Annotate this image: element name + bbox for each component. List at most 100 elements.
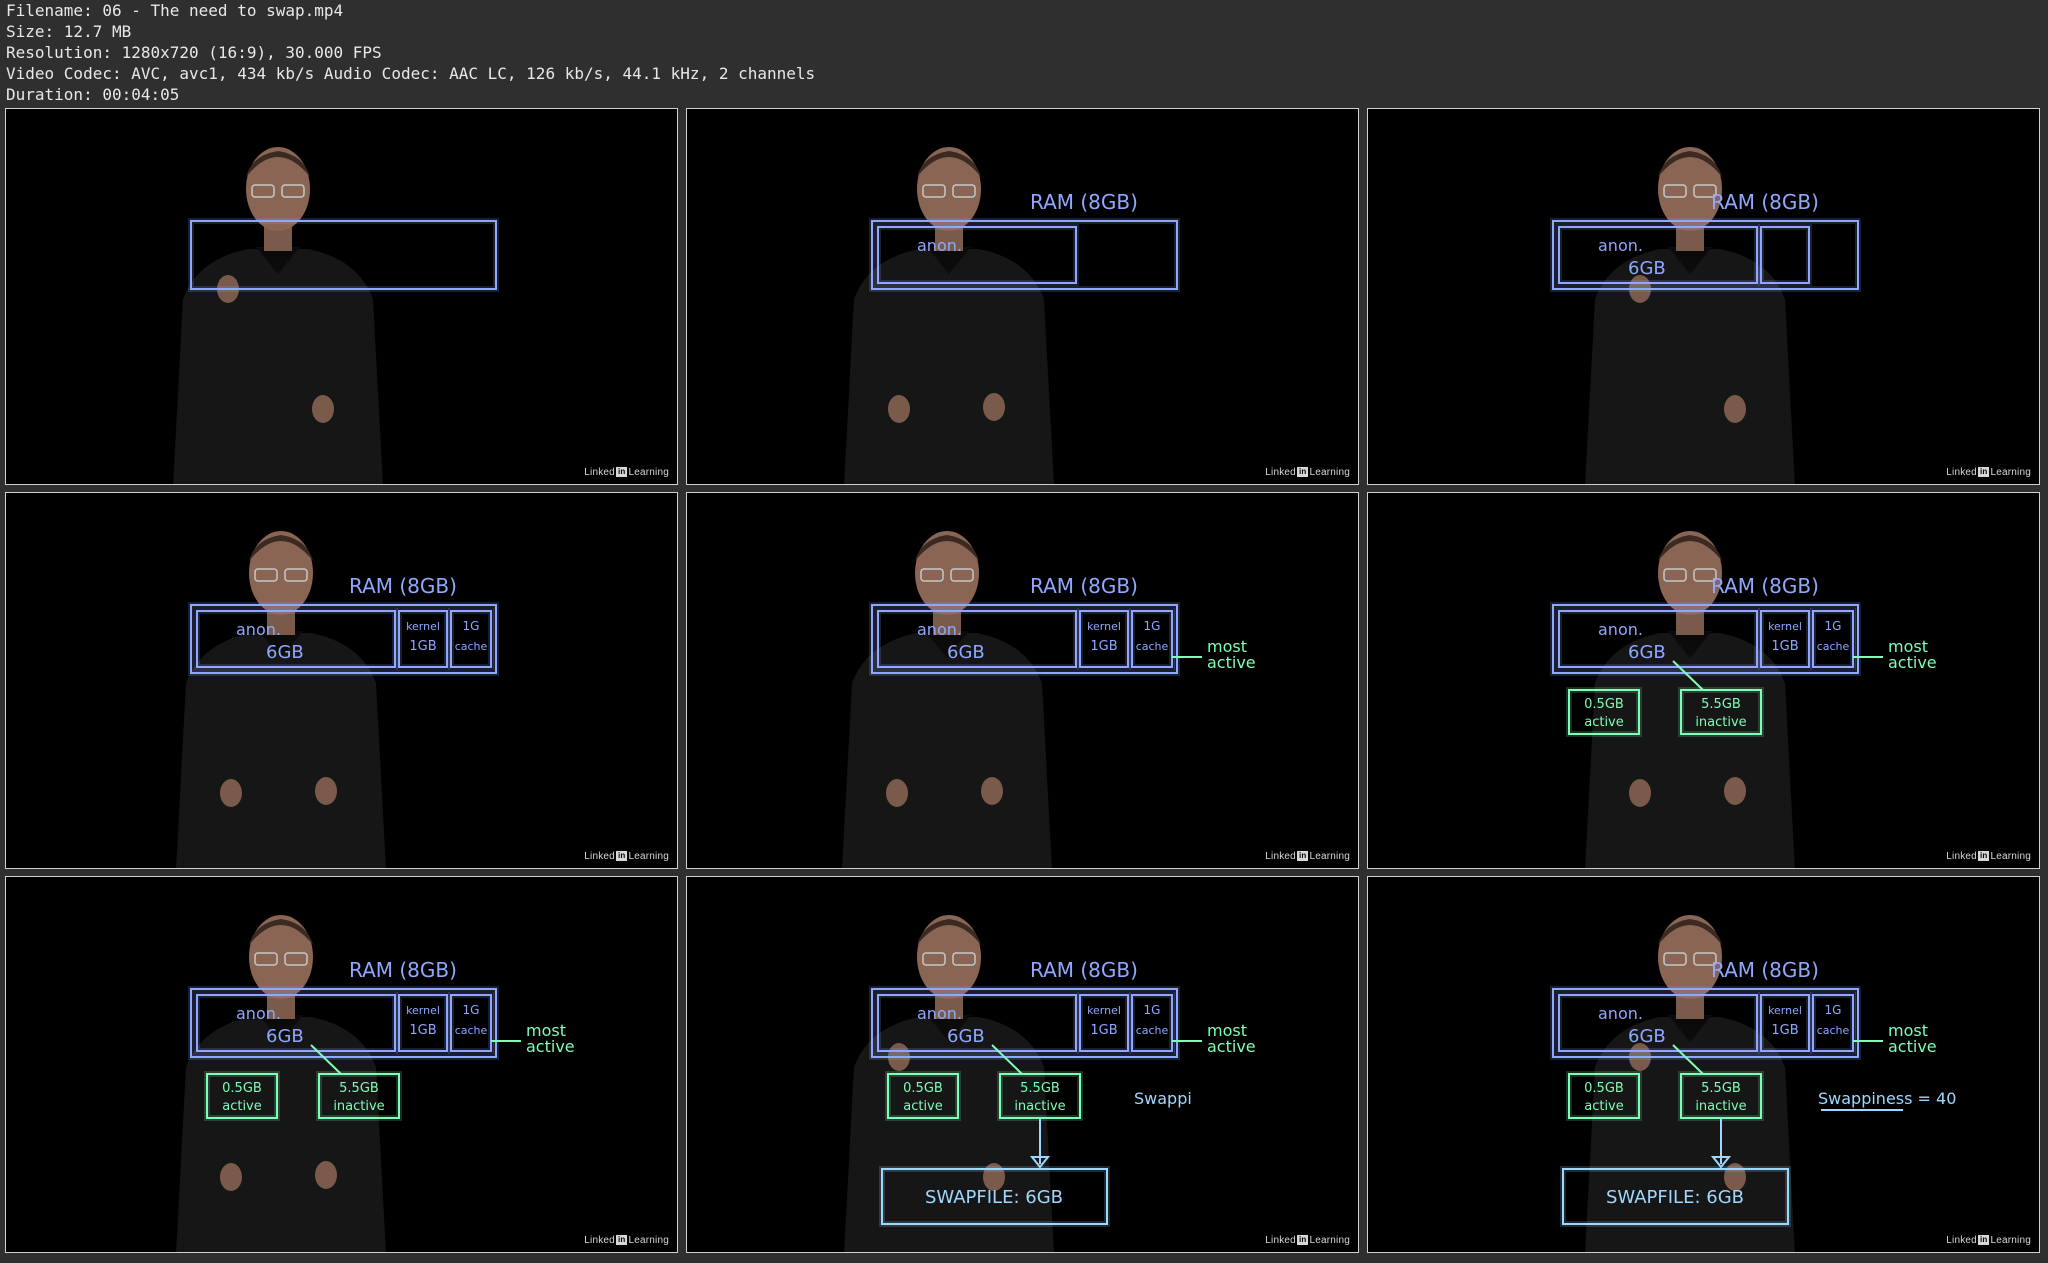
presenter-hand-right bbox=[312, 395, 334, 423]
linkedin-logo-icon: in bbox=[1296, 1235, 1309, 1245]
ram-label: RAM (8GB) bbox=[1711, 574, 1819, 598]
swapfile-label: SWAPFILE: 6GB bbox=[925, 1187, 1063, 1208]
thumbnail-frame-art: RAM (8GB) anon. 6GB kernel 1GB 1G cache bbox=[176, 531, 499, 868]
kernel-size: 1GB bbox=[1771, 639, 1798, 654]
linkedin-logo-icon: in bbox=[615, 851, 628, 861]
presenter-hand-right bbox=[983, 393, 1005, 421]
cache-label: cache bbox=[1817, 640, 1850, 653]
linkedin-learning-watermark: Linked in Learning bbox=[1946, 1235, 2031, 1246]
filename-line: Filename: 06 - The need to swap.mp4 bbox=[6, 1, 344, 20]
presenter-hand-left bbox=[220, 1163, 242, 1191]
ram-label: RAM (8GB) bbox=[1030, 958, 1138, 982]
watermark-suffix: Learning bbox=[1309, 851, 1350, 862]
anon-label: anon. bbox=[917, 236, 962, 255]
video-thumbnail-4[interactable]: RAM (8GB) anon. 6GB kernel 1GB 1G cache Linked i… bbox=[5, 492, 678, 869]
thumbnail-frame-art: RAM (8GB)anon.6GBkernel1GB1Gcache mostact… bbox=[176, 915, 575, 1252]
presenter-hand-left bbox=[886, 779, 908, 807]
ram-label: RAM (8GB) bbox=[1711, 190, 1819, 214]
linkedin-learning-watermark: Linked in Learning bbox=[584, 1235, 669, 1246]
kernel-size: 1GB bbox=[1090, 639, 1117, 654]
active-label: active bbox=[1207, 1037, 1256, 1056]
linkedin-learning-watermark: Linked in Learning bbox=[584, 467, 669, 478]
watermark-prefix: Linked bbox=[1265, 851, 1296, 862]
ram-label: RAM (8GB) bbox=[1030, 190, 1138, 214]
cache-label: cache bbox=[1817, 1024, 1850, 1037]
kernel-label: kernel bbox=[406, 1004, 440, 1017]
video-thumbnail-3[interactable]: RAM (8GB) anon. 6GB Linked in Learning bbox=[1367, 108, 2040, 485]
linkedin-learning-watermark: Linked in Learning bbox=[1265, 467, 1350, 478]
inactive-size: 5.5GB bbox=[1701, 1081, 1741, 1096]
active-box-label: active bbox=[1584, 1099, 1624, 1114]
video-thumbnail-7[interactable]: RAM (8GB) anon. 6GB kernel 1GB 1G cache most act… bbox=[5, 876, 678, 1253]
presenter-hand-right bbox=[981, 777, 1003, 805]
active-size: 0.5GB bbox=[1584, 697, 1624, 712]
cache-size: 1G bbox=[1825, 1003, 1842, 1017]
linkedin-learning-watermark: Linked in Learning bbox=[584, 851, 669, 862]
presenter-hand-right bbox=[1724, 395, 1746, 423]
inactive-size: 5.5GB bbox=[339, 1081, 379, 1096]
watermark-prefix: Linked bbox=[1265, 1235, 1296, 1246]
thumbnail-frame-art: RAM (8GB)anon.6GBkernel1GB1Gcache mostact… bbox=[1550, 531, 1937, 868]
size-line: Size: 12.7 MB bbox=[6, 22, 132, 41]
linkedin-logo-icon: in bbox=[1296, 851, 1309, 861]
linkedin-learning-watermark: Linked in Learning bbox=[1946, 467, 2031, 478]
anon-label: anon. bbox=[1598, 236, 1643, 255]
video-thumbnail-6[interactable]: RAM (8GB) anon. 6GB kernel 1GB 1G cache most act… bbox=[1367, 492, 2040, 869]
swapfile-label: SWAPFILE: 6GB bbox=[1606, 1187, 1744, 1208]
video-thumbnail-2[interactable]: RAM (8GB) anon. Linked in Learning bbox=[686, 108, 1359, 485]
kernel-size: 1GB bbox=[1771, 1023, 1798, 1038]
linkedin-logo-icon: in bbox=[615, 467, 628, 477]
ram-label: RAM (8GB) bbox=[349, 958, 457, 982]
active-box-label: active bbox=[903, 1099, 943, 1114]
active-box-label: active bbox=[1584, 715, 1624, 730]
cache-size: 1G bbox=[1825, 619, 1842, 633]
active-box-label: active bbox=[222, 1099, 262, 1114]
presenter-hand-left bbox=[888, 395, 910, 423]
anon-label: anon. bbox=[1598, 620, 1643, 639]
kernel-size: 1GB bbox=[1090, 1023, 1117, 1038]
inactive-size: 5.5GB bbox=[1020, 1081, 1060, 1096]
ram-label: RAM (8GB) bbox=[349, 574, 457, 598]
cache-size: 1G bbox=[1144, 619, 1161, 633]
linkedin-logo-icon: in bbox=[1296, 467, 1309, 477]
video-thumbnail-1[interactable]: Linked in Learning bbox=[5, 108, 678, 485]
linkedin-learning-watermark: Linked in Learning bbox=[1946, 851, 2031, 862]
presenter-hand-right bbox=[315, 777, 337, 805]
watermark-prefix: Linked bbox=[584, 467, 615, 478]
watermark-suffix: Learning bbox=[1990, 1235, 2031, 1246]
kernel-size: 1GB bbox=[409, 1023, 436, 1038]
anon-size: 6GB bbox=[947, 1026, 985, 1047]
video-thumbnail-8[interactable]: RAM (8GB) anon. 6GB kernel 1GB 1G cache most act… bbox=[686, 876, 1359, 1253]
video-thumbnail-5[interactable]: RAM (8GB) anon. 6GB kernel 1GB 1G cache most act… bbox=[686, 492, 1359, 869]
presenter-hand-left bbox=[220, 779, 242, 807]
kernel-size: 1GB bbox=[409, 639, 436, 654]
anon-label: anon. bbox=[917, 620, 962, 639]
presenter-hand-left bbox=[1629, 779, 1651, 807]
anon-size: 6GB bbox=[266, 642, 304, 663]
inactive-box-label: inactive bbox=[1695, 1099, 1746, 1114]
inactive-box-label: inactive bbox=[1695, 715, 1746, 730]
active-label: active bbox=[1207, 653, 1256, 672]
file-metadata: Filename: 06 - The need to swap.mp4 Size… bbox=[6, 0, 1406, 105]
inactive-size: 5.5GB bbox=[1701, 697, 1741, 712]
watermark-prefix: Linked bbox=[1946, 467, 1977, 478]
video-thumbnail-9[interactable]: RAM (8GB) anon. 6GB kernel 1GB 1G cache most act… bbox=[1367, 876, 2040, 1253]
watermark-suffix: Learning bbox=[1309, 1235, 1350, 1246]
presenter-body bbox=[173, 249, 383, 484]
anon-label: anon. bbox=[236, 620, 281, 639]
thumbnail-frame-art: RAM (8GB)anon.6GBkernel1GB1Gcache mostact… bbox=[1550, 915, 1956, 1252]
presenter-hand-right bbox=[1724, 777, 1746, 805]
linkedin-logo-icon: in bbox=[1977, 467, 1990, 477]
linkedin-logo-icon: in bbox=[1977, 851, 1990, 861]
watermark-suffix: Learning bbox=[628, 851, 669, 862]
cache-size: 1G bbox=[463, 619, 480, 633]
thumbnail-frame-art: RAM (8GB)anon.6GBkernel1GB1Gcache mostact… bbox=[844, 915, 1256, 1252]
active-label: active bbox=[1888, 653, 1937, 672]
linkedin-learning-watermark: Linked in Learning bbox=[1265, 1235, 1350, 1246]
watermark-suffix: Learning bbox=[628, 1235, 669, 1246]
cache-label: cache bbox=[455, 640, 488, 653]
anon-label: anon. bbox=[917, 1004, 962, 1023]
kernel-label: kernel bbox=[1087, 1004, 1121, 1017]
active-label: active bbox=[526, 1037, 575, 1056]
duration-line: Duration: 00:04:05 bbox=[6, 85, 180, 104]
